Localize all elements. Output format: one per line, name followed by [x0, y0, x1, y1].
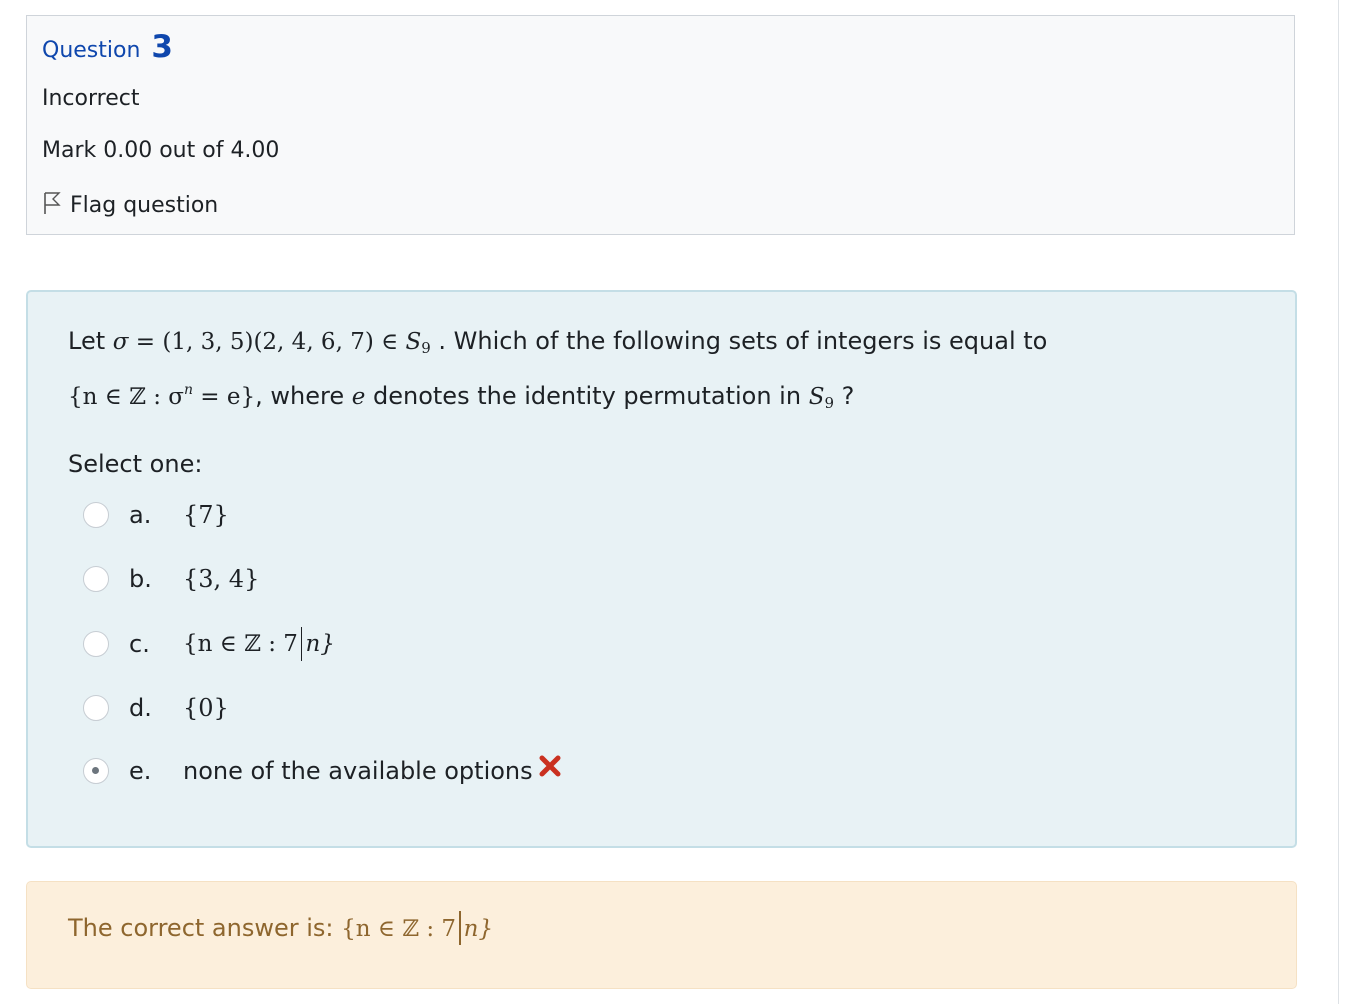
qtext-which: . Which of the following sets of integer…: [430, 327, 1048, 355]
question-info-panel: Question 3 Incorrect Mark 0.00 out of 4.…: [26, 15, 1295, 235]
group-symbol-2: S: [808, 384, 825, 410]
option-letter: d.: [129, 694, 152, 722]
feedback-answer-left: {n ∈ ℤ : 7: [341, 916, 457, 942]
set-open: {n ∈ ℤ : σ: [68, 384, 184, 410]
option-text: {3, 4}: [183, 565, 260, 593]
incorrect-cross-icon: [538, 754, 562, 784]
set-exponent: n: [183, 382, 193, 398]
divides-bar: [459, 911, 461, 945]
scrollbar-track[interactable]: [1338, 0, 1339, 1004]
option-text: none of the available options: [183, 754, 562, 785]
question-text: Let σ = (1, 3, 5)(2, 4, 6, 7) ∈ S9 . Whi…: [68, 320, 1248, 424]
option-text: {0}: [183, 694, 229, 722]
feedback-text: The correct answer is: {n ∈ ℤ : 7 n}: [68, 906, 493, 951]
group-symbol: S: [405, 329, 422, 355]
option-e-text: none of the available options: [183, 757, 533, 785]
option-text: {n ∈ ℤ : 7 n}: [183, 627, 335, 661]
correct-answer-feedback: The correct answer is: {n ∈ ℤ : 7 n}: [26, 881, 1297, 989]
flag-question-label: Flag question: [70, 193, 219, 218]
option-text: {7}: [183, 501, 229, 529]
feedback-answer-right: n}: [463, 916, 494, 942]
question-formulation: Let σ = (1, 3, 5)(2, 4, 6, 7) ∈ S9 . Whi…: [26, 290, 1297, 848]
question-grade: Mark 0.00 out of 4.00: [42, 138, 280, 163]
option-c-set-right: n}: [305, 631, 335, 657]
question-number: 3: [151, 29, 173, 65]
set-close: = e}: [193, 384, 256, 410]
option-b[interactable]: b. {3, 4}: [83, 559, 259, 599]
option-letter: b.: [129, 565, 152, 593]
flag-question-link[interactable]: Flag question: [42, 189, 218, 223]
group-subscript-2: 9: [824, 394, 834, 412]
radio-b[interactable]: [83, 566, 109, 592]
radio-d[interactable]: [83, 695, 109, 721]
question-label: Question: [42, 38, 141, 63]
option-letter: e.: [129, 757, 152, 785]
qtext-where: , where: [255, 382, 352, 410]
option-a[interactable]: a. {7}: [83, 495, 229, 535]
select-one-prompt: Select one:: [68, 450, 203, 478]
radio-a[interactable]: [83, 502, 109, 528]
sigma-definition: = (1, 3, 5)(2, 4, 6, 7) ∈: [128, 329, 406, 355]
feedback-label: The correct answer is:: [68, 914, 342, 942]
sigma-symbol: σ: [112, 329, 129, 355]
radio-e-selected[interactable]: [83, 758, 109, 784]
option-c[interactable]: c. {n ∈ ℤ : 7 n}: [83, 624, 335, 664]
option-e[interactable]: e. none of the available options: [83, 751, 562, 791]
option-letter: c.: [129, 630, 150, 658]
radio-c[interactable]: [83, 631, 109, 657]
question-state: Incorrect: [42, 86, 140, 111]
qtext-qmark: ?: [834, 382, 855, 410]
qtext-denotes: denotes the identity permutation in: [365, 382, 809, 410]
question-heading: Question 3: [42, 30, 173, 68]
qtext-let: Let: [68, 327, 113, 355]
option-letter: a.: [129, 501, 152, 529]
flag-icon: [42, 189, 70, 223]
group-subscript: 9: [421, 339, 431, 357]
identity-symbol: e: [351, 384, 366, 410]
option-c-set-left: {n ∈ ℤ : 7: [183, 631, 298, 657]
option-d[interactable]: d. {0}: [83, 688, 229, 728]
divides-bar: [300, 627, 303, 661]
